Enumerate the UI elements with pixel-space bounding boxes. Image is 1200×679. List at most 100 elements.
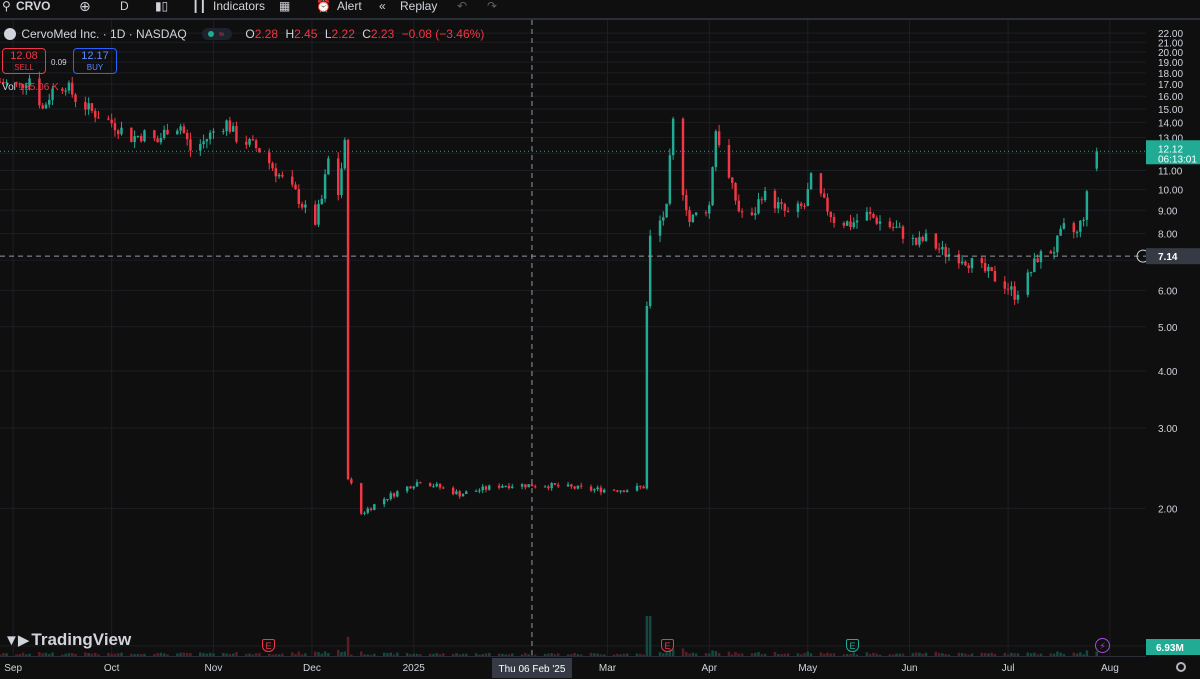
candle-body: [648, 235, 652, 306]
candle-body: [796, 203, 800, 212]
candle-body: [268, 152, 271, 164]
candle-body: [139, 135, 143, 142]
candle-body: [662, 217, 665, 221]
candle-body: [891, 226, 895, 228]
candle-body: [849, 221, 852, 228]
candle-body: [803, 205, 806, 207]
buy-button[interactable]: 12.17 BUY: [73, 48, 117, 74]
market-status-icon[interactable]: ≈: [202, 28, 233, 40]
time-tick-label: Mar: [599, 663, 617, 674]
time-tick-label: Nov: [205, 663, 223, 674]
candle-body: [842, 222, 846, 226]
ohlc-high-label: H: [285, 27, 295, 41]
ohlc-change: −0.08 (−3.46%): [401, 27, 485, 41]
candle-body: [635, 485, 639, 491]
indicators-icon[interactable]: ┃┃: [192, 0, 206, 16]
symbol-title[interactable]: CervoMed Inc. · 1D · NASDAQ: [21, 27, 186, 41]
search-icon[interactable]: ⚲: [2, 0, 11, 16]
ohlc-low: 2.22: [331, 27, 355, 41]
candle-body: [658, 220, 662, 236]
candle-body: [277, 174, 281, 177]
candle-body: [185, 132, 189, 140]
candle-body: [534, 486, 537, 488]
grid-icon[interactable]: ▦: [279, 0, 290, 16]
candle-body: [159, 138, 163, 143]
time-axis[interactable]: Sep Oct Nov Dec 2025 Mar Apr May Jun Jul Aug Thu 0…: [0, 656, 1146, 679]
candle-body: [41, 105, 44, 109]
redo-icon[interactable]: ↷: [487, 0, 497, 16]
candle-body: [530, 484, 534, 487]
candle-body: [579, 485, 583, 487]
gear-icon[interactable]: [1176, 662, 1186, 672]
candle-body: [990, 267, 993, 271]
candle-body: [553, 483, 557, 485]
candle-body: [212, 131, 215, 133]
candle-body: [566, 484, 570, 487]
company-logo-icon: [4, 28, 16, 40]
candle-body: [642, 486, 645, 489]
price-chart[interactable]: [0, 20, 1146, 656]
candle-body: [573, 486, 576, 489]
candles-icon[interactable]: ▮▯: [155, 0, 168, 16]
replay-icon[interactable]: «: [379, 0, 386, 16]
candle-body: [619, 490, 622, 492]
candle-body: [704, 212, 708, 214]
price-tick-label: 16.00: [1158, 92, 1183, 103]
alarm-icon[interactable]: ⏰: [316, 0, 331, 16]
indicators-button[interactable]: Indicators: [213, 0, 265, 16]
candle-body: [458, 491, 461, 497]
candle-body: [442, 487, 445, 489]
candle-body: [254, 140, 258, 149]
candle-body: [1056, 235, 1059, 253]
candle-body: [780, 202, 783, 204]
ohlc-open-label: O: [245, 27, 255, 41]
candle-body: [507, 485, 511, 489]
earnings-event-icon[interactable]: E: [846, 639, 859, 652]
candle-body: [750, 212, 754, 216]
candle-body: [625, 490, 629, 493]
candle-body: [665, 203, 668, 218]
candle-body: [875, 217, 878, 224]
symbol-search[interactable]: CRVO: [16, 0, 50, 16]
candle-body: [340, 168, 343, 196]
candle-body: [511, 486, 514, 489]
replay-button[interactable]: Replay: [400, 0, 437, 16]
symbol-legend: CervoMed Inc. · 1D · NASDAQ ≈ O2.28 H2.4…: [0, 27, 484, 43]
interval-button[interactable]: D: [120, 0, 129, 16]
candle-body: [245, 141, 248, 145]
candle-body: [895, 226, 898, 228]
plus-circle-icon[interactable]: ⊕: [79, 0, 91, 16]
candle-body: [685, 195, 688, 211]
candle-body: [918, 236, 921, 245]
sell-price: 12.08: [10, 50, 38, 62]
volume-value: 155.06 K: [18, 82, 59, 93]
price-tick-label: 19.00: [1158, 58, 1183, 69]
volume-legend[interactable]: Vol 155.06 K: [2, 82, 59, 93]
flash-event-icon[interactable]: ⚡: [1095, 638, 1110, 653]
candle-body: [1026, 272, 1030, 295]
time-tick-label: Apr: [701, 663, 717, 674]
candle-body: [898, 226, 901, 228]
candle-body: [983, 263, 987, 272]
ohlc-close-label: C: [362, 27, 371, 41]
price-axis[interactable]: 22.0021.0020.0019.0018.0017.0016.0015.00…: [1146, 20, 1200, 656]
undo-icon[interactable]: ↶: [457, 0, 467, 16]
candle-body: [327, 158, 330, 175]
candle-body: [845, 221, 849, 226]
candle-body: [668, 155, 672, 204]
earnings-event-icon[interactable]: E: [661, 639, 674, 652]
crosshair-price-label: 7.14: [1158, 252, 1178, 263]
candle-body: [481, 486, 484, 491]
candle-body: [1075, 231, 1079, 233]
candle-body: [90, 103, 94, 111]
alert-button[interactable]: Alert: [337, 0, 362, 16]
sell-button[interactable]: 12.08 SELL: [2, 48, 46, 74]
candle-body: [1052, 252, 1056, 254]
candle-body: [291, 176, 294, 185]
candle-body: [1029, 271, 1033, 273]
tradingview-logo[interactable]: ▼▶ TradingView: [4, 630, 131, 650]
earnings-event-icon[interactable]: E: [262, 639, 275, 652]
candle-body: [980, 258, 984, 264]
candle-body: [547, 486, 550, 489]
candles: [0, 71, 1098, 516]
